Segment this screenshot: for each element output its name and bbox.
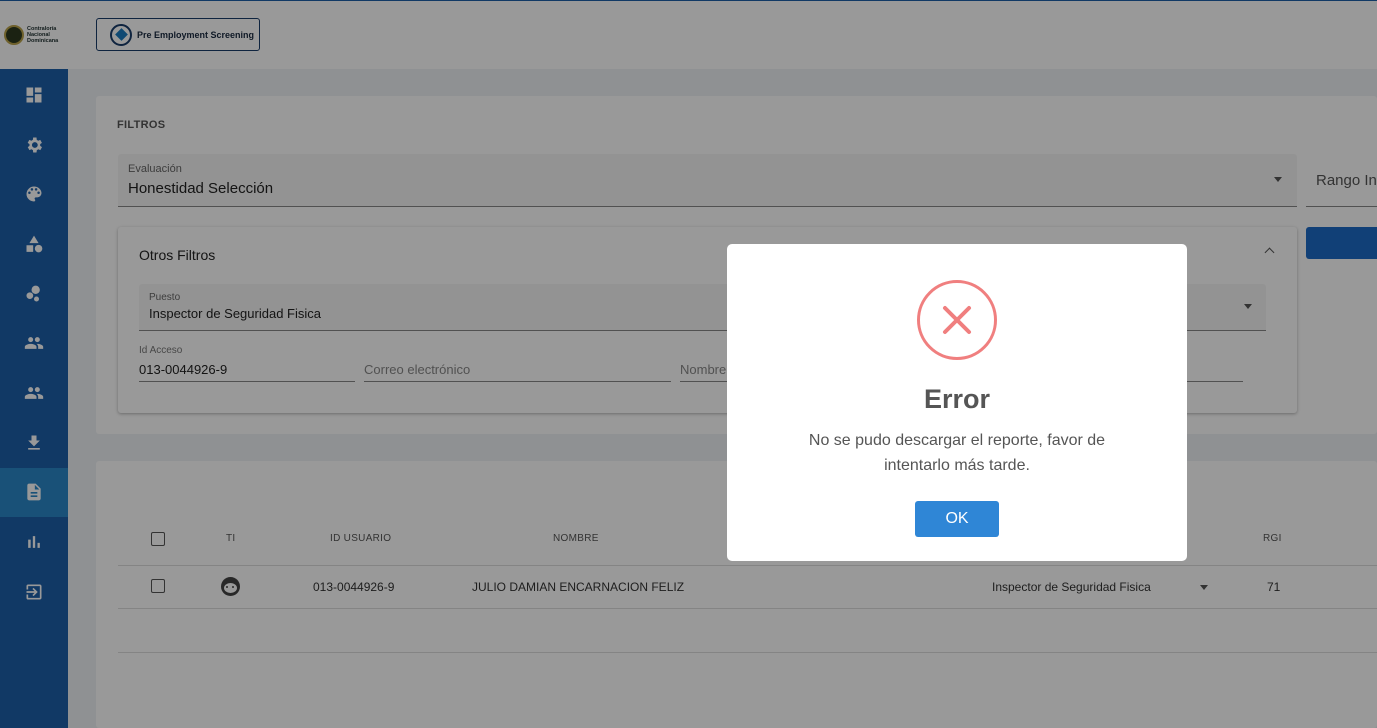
error-x-icon xyxy=(917,280,997,360)
dialog-message: No se pudo descargar el reporte, favor d… xyxy=(808,432,1106,474)
error-dialog: Error No se pudo descargar el reporte, f… xyxy=(727,244,1187,561)
ok-button[interactable]: OK xyxy=(915,501,999,537)
dialog-title: Error xyxy=(923,384,991,414)
